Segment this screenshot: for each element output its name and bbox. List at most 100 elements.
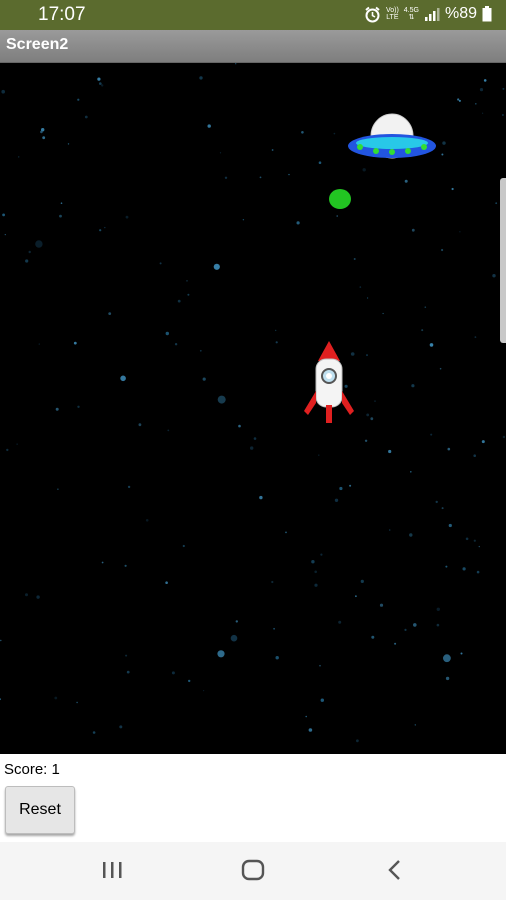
star <box>366 413 370 417</box>
star <box>349 484 352 487</box>
star <box>224 176 228 179</box>
star <box>483 79 487 82</box>
star <box>92 731 96 734</box>
star <box>199 76 203 80</box>
star <box>101 84 104 87</box>
status-bar: 17:07 Vo)) LTE 4.5G ⇅ %89 <box>0 0 506 30</box>
star <box>36 595 40 599</box>
rocket-sprite[interactable] <box>298 339 360 425</box>
star <box>16 443 18 445</box>
star <box>424 306 427 308</box>
star <box>35 240 43 248</box>
star <box>473 539 476 542</box>
star <box>459 231 461 233</box>
star <box>259 495 263 500</box>
star <box>2 213 5 217</box>
star <box>125 654 128 657</box>
star <box>421 329 424 332</box>
battery-icon <box>482 6 492 22</box>
star <box>362 168 366 172</box>
star <box>305 715 308 718</box>
home-icon[interactable] <box>240 859 266 886</box>
star <box>127 485 131 489</box>
star <box>478 545 480 548</box>
star <box>42 136 46 140</box>
star <box>320 698 324 702</box>
star <box>174 343 178 346</box>
star <box>99 229 102 232</box>
star <box>382 312 384 315</box>
star <box>388 529 391 531</box>
star <box>242 219 245 221</box>
star <box>271 149 274 151</box>
recents-icon[interactable] <box>100 859 124 886</box>
star <box>275 341 278 344</box>
star <box>273 627 275 630</box>
star <box>57 488 59 490</box>
star <box>84 115 88 119</box>
star <box>119 725 123 729</box>
star <box>188 679 191 683</box>
star <box>25 593 28 597</box>
ball-sprite[interactable] <box>327 187 353 211</box>
game-canvas[interactable] <box>0 63 506 754</box>
star <box>318 161 322 164</box>
star <box>125 215 129 219</box>
star <box>492 274 496 278</box>
ufo-sprite[interactable] <box>346 108 438 168</box>
star <box>465 537 469 541</box>
star <box>439 367 442 370</box>
star <box>28 250 31 254</box>
star <box>76 701 78 704</box>
star <box>145 519 149 522</box>
star <box>474 336 477 338</box>
star <box>409 533 413 537</box>
star <box>447 447 451 451</box>
star <box>436 607 440 611</box>
star <box>97 77 101 81</box>
star <box>462 567 466 571</box>
star <box>495 202 498 205</box>
star <box>311 560 315 564</box>
star <box>177 299 181 303</box>
star <box>441 507 444 510</box>
star <box>476 570 480 574</box>
scroll-handle[interactable] <box>500 178 506 343</box>
star <box>4 234 6 236</box>
star <box>202 377 206 381</box>
star <box>413 623 417 627</box>
star <box>333 132 336 135</box>
star <box>334 498 339 502</box>
star <box>285 531 287 534</box>
star <box>318 454 320 456</box>
star <box>219 152 222 154</box>
star <box>319 664 321 667</box>
star <box>1 89 5 94</box>
back-icon[interactable] <box>384 859 406 886</box>
star <box>436 623 440 627</box>
star <box>448 523 452 528</box>
reset-button[interactable]: Reset <box>5 786 75 834</box>
star <box>314 583 318 587</box>
star <box>159 262 162 265</box>
star <box>435 500 438 504</box>
star <box>25 259 29 263</box>
star <box>360 579 364 584</box>
star <box>374 400 376 402</box>
star <box>217 650 225 658</box>
star <box>371 635 375 639</box>
star <box>356 739 359 743</box>
star <box>502 435 506 439</box>
star <box>38 343 40 345</box>
star <box>186 280 188 282</box>
star <box>99 82 102 85</box>
star <box>379 603 384 607</box>
star <box>445 676 450 681</box>
star <box>411 228 415 232</box>
star <box>364 439 368 442</box>
star <box>217 395 226 404</box>
star <box>367 297 369 299</box>
star <box>441 248 444 252</box>
star <box>355 595 357 598</box>
status-time: 17:07 <box>38 4 86 25</box>
